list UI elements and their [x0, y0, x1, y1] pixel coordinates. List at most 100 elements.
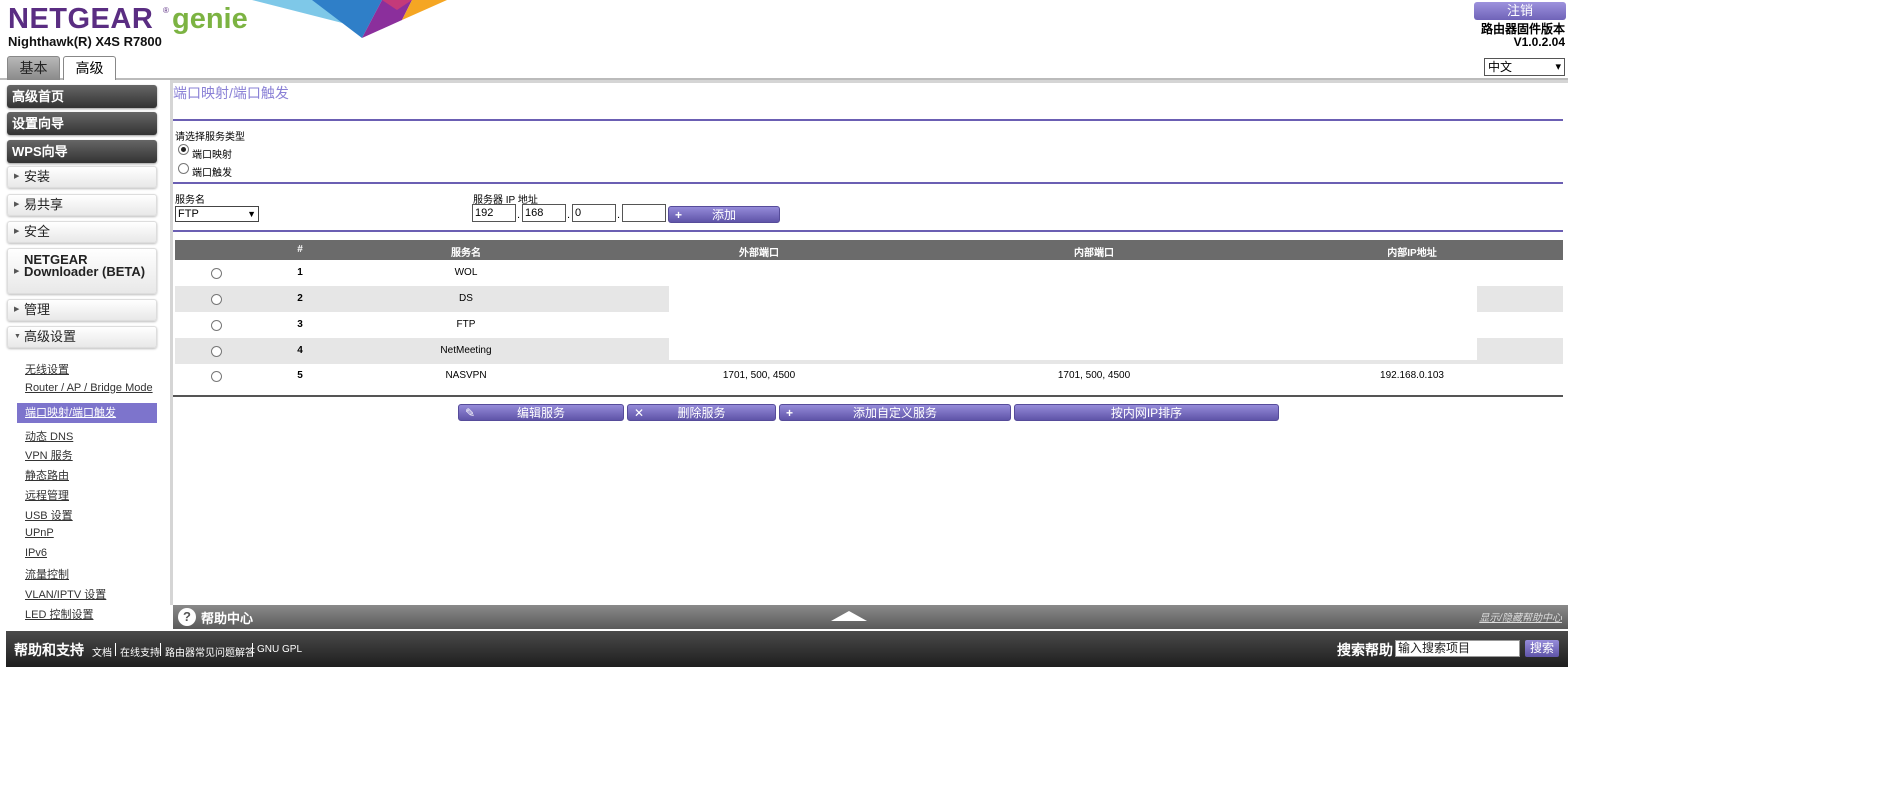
table-row[interactable]: 1 WOL [175, 260, 1563, 286]
edit-service-button[interactable]: ✎ 编辑服务 [458, 404, 624, 421]
page-title: 端口映射/端口触发 [173, 85, 289, 101]
edit-service-label: 编辑服务 [516, 406, 565, 420]
sub-ipv6[interactable]: IPv6 [25, 547, 47, 559]
expand-up-icon[interactable] [831, 611, 867, 621]
table-row[interactable]: 5 NASVPN 1701, 500, 4500 1701, 500, 4500… [175, 364, 1563, 390]
help-icon: ? [178, 608, 196, 626]
col-header-internal-port: 内部端口 [1074, 248, 1114, 259]
triangle-right-icon: ▶ [14, 173, 20, 180]
row-num: 4 [297, 345, 303, 356]
radio-port-forwarding-label: 端口映射 [192, 150, 232, 161]
toggle-help-link[interactable]: 显示/隐藏帮助中心 [1479, 609, 1562, 624]
help-center-label: 帮助中心 [201, 611, 254, 626]
divider [115, 643, 116, 656]
sub-usb-settings[interactable]: USB 设置 [25, 507, 73, 523]
row-internal-port: 1701, 500, 4500 [1057, 370, 1131, 381]
col-header-service-name: 服务名 [451, 248, 481, 259]
divider [252, 643, 253, 656]
sub-port-forwarding[interactable]: 端口映射/端口触发 [17, 403, 157, 423]
nav-setup-wizard[interactable]: 设置向导 [7, 112, 157, 135]
triangle-right-icon: ▶ [14, 201, 20, 208]
chevron-down-icon: ▼ [247, 209, 256, 219]
sub-static-routes[interactable]: 静态路由 [25, 467, 69, 483]
triangle-down-icon: ▼ [14, 333, 21, 340]
sub-remote-management[interactable]: 远程管理 [25, 487, 69, 503]
help-center-bar [173, 605, 1568, 629]
sub-traffic-meter[interactable]: 流量控制 [25, 566, 69, 582]
nav-security[interactable]: ▶ 安全 [7, 221, 157, 243]
ip-octet-4-input[interactable] [622, 204, 666, 222]
table-blank-region [669, 286, 1477, 360]
nav-advanced-setup-label: 高级设置 [24, 329, 77, 344]
nav-advanced-home[interactable]: 高级首页 [7, 85, 157, 108]
nav-downloader[interactable]: ▶ NETGEAR Downloader (BETA) [7, 248, 157, 294]
search-button[interactable]: 搜索 [1525, 640, 1559, 657]
ip-dot: . [617, 209, 621, 221]
footer-link-faq[interactable]: 路由器常见问题解答 [165, 644, 255, 659]
add-custom-service-button[interactable]: + 添加自定义服务 [779, 404, 1011, 421]
row-select-radio[interactable] [211, 371, 222, 382]
nav-setup[interactable]: ▶ 安装 [7, 166, 157, 188]
row-select-radio[interactable] [211, 320, 222, 331]
sub-vlan-iptv[interactable]: VLAN/IPTV 设置 [25, 586, 106, 602]
triangle-right-icon: ▶ [14, 228, 20, 235]
ip-octet-2-input[interactable]: 168 [522, 204, 566, 222]
ip-octet-3-input[interactable]: 0 [572, 204, 616, 222]
service-name-value: FTP [178, 208, 199, 220]
sub-wireless-settings[interactable]: 无线设置 [25, 361, 69, 377]
tab-advanced[interactable]: 高级 [63, 56, 116, 80]
footer-link-online-support[interactable]: 在线支持 [120, 644, 160, 659]
row-internal-ip: 192.168.0.103 [1380, 370, 1444, 381]
language-select[interactable]: 中文 ▾ [1484, 58, 1565, 76]
footer-link-gpl[interactable]: GNU GPL [257, 644, 302, 655]
logout-button[interactable]: 注销 [1474, 2, 1566, 20]
firmware-version: V1.0.2.04 [1513, 35, 1565, 49]
triangle-right-icon: ▶ [14, 268, 20, 275]
pencil-icon: ✎ [465, 406, 476, 420]
col-header-internal-ip: 内部IP地址 [1387, 248, 1437, 259]
nav-administration-label: 管理 [24, 302, 51, 317]
header-decoration-graphic [252, 0, 447, 38]
footer-link-docs[interactable]: 文档 [92, 644, 112, 659]
row-num: 2 [297, 293, 303, 304]
sub-vpn-service[interactable]: VPN 服务 [25, 447, 73, 463]
col-header-num: # [297, 244, 303, 255]
row-service-name: DS [459, 293, 473, 304]
router-model: Nighthawk(R) X4S R7800 [8, 34, 162, 49]
ip-dot: . [567, 209, 571, 221]
row-select-radio[interactable] [211, 268, 222, 279]
sub-led-control[interactable]: LED 控制设置 [25, 606, 93, 622]
language-value: 中文 [1488, 60, 1513, 74]
radio-port-triggering[interactable] [178, 163, 189, 174]
row-external-port: 1701, 500, 4500 [722, 370, 796, 381]
add-button[interactable]: + 添加 [668, 206, 780, 223]
row-select-radio[interactable] [211, 294, 222, 305]
row-service-name: FTP [456, 319, 476, 330]
nav-wps-wizard[interactable]: WPS向导 [7, 140, 157, 163]
nav-administration[interactable]: ▶ 管理 [7, 299, 157, 321]
tab-basic[interactable]: 基本 [7, 56, 60, 80]
service-type-label: 请选择服务类型 [175, 132, 245, 143]
sub-dynamic-dns[interactable]: 动态 DNS [25, 428, 73, 444]
divider [173, 395, 1563, 397]
search-input[interactable]: 输入搜索项目 [1395, 640, 1520, 657]
footer-title: 帮助和支持 [14, 642, 84, 658]
delete-service-button[interactable]: ✕ 删除服务 [627, 404, 776, 421]
add-button-label: 添加 [711, 208, 736, 222]
ip-dot: . [517, 209, 521, 221]
table-header [175, 240, 1563, 260]
plus-icon: + [675, 208, 683, 222]
row-select-radio[interactable] [211, 346, 222, 357]
radio-port-forwarding[interactable] [178, 144, 189, 155]
divider [173, 230, 1563, 232]
ip-octet-1-input[interactable]: 192 [472, 204, 516, 222]
service-name-select[interactable]: FTP ▼ [175, 206, 259, 222]
plus-icon: + [786, 406, 794, 420]
sub-router-ap-bridge[interactable]: Router / AP / Bridge Mode [25, 382, 153, 394]
divider [173, 119, 1563, 121]
nav-downloader-label: NETGEAR Downloader (BETA) [24, 252, 146, 279]
sort-by-ip-button[interactable]: 按内网IP排序 [1014, 404, 1279, 421]
nav-advanced-setup[interactable]: ▼ 高级设置 [7, 326, 157, 348]
nav-readyshare[interactable]: ▶ 易共享 [7, 194, 157, 216]
sub-upnp[interactable]: UPnP [25, 527, 54, 539]
